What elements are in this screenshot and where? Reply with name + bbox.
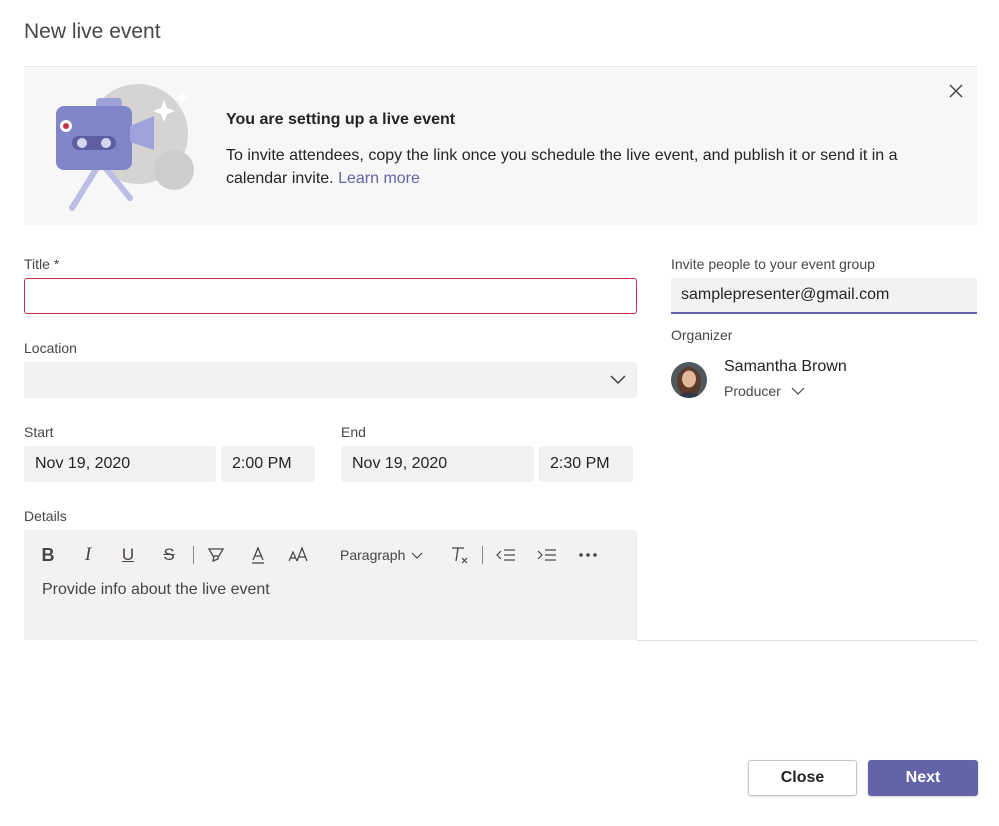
font-size-icon xyxy=(288,546,308,562)
decrease-indent-button[interactable] xyxy=(494,544,518,566)
strikethrough-button[interactable]: S xyxy=(157,544,181,566)
font-color-icon xyxy=(252,546,264,564)
end-time-field[interactable]: 2:30 PM xyxy=(539,446,633,482)
end-label: End xyxy=(341,424,366,440)
invite-label: Invite people to your event group xyxy=(671,256,875,272)
start-time-value: 2:00 PM xyxy=(232,455,292,472)
details-label: Details xyxy=(24,508,67,524)
start-date-field[interactable]: Nov 19, 2020 xyxy=(24,446,216,482)
bold-button[interactable]: B xyxy=(36,544,60,566)
close-icon xyxy=(949,84,963,98)
organizer-role-dropdown[interactable]: Producer xyxy=(724,383,805,399)
title-input[interactable] xyxy=(24,278,637,314)
invite-input[interactable] xyxy=(671,278,977,314)
toolbar-separator xyxy=(193,546,194,564)
organizer-name: Samantha Brown xyxy=(724,358,847,375)
more-icon xyxy=(579,553,597,557)
location-dropdown[interactable] xyxy=(24,362,637,398)
clear-formatting-icon xyxy=(452,547,468,564)
decrease-indent-icon xyxy=(496,549,515,561)
close-button[interactable]: Close xyxy=(748,760,857,796)
chevron-down-icon xyxy=(791,387,805,395)
divider xyxy=(637,640,977,641)
toolbar-separator xyxy=(482,546,483,564)
end-time-value: 2:30 PM xyxy=(550,455,610,472)
highlighter-icon xyxy=(207,548,225,563)
banner-heading: You are setting up a live event xyxy=(226,111,456,128)
more-options-button[interactable] xyxy=(576,544,600,566)
paragraph-label: Paragraph xyxy=(340,547,406,563)
clear-formatting-button[interactable] xyxy=(448,544,472,566)
font-color-button[interactable] xyxy=(246,544,270,566)
camera-illustration xyxy=(56,84,194,211)
avatar xyxy=(671,362,707,398)
increase-indent-button[interactable] xyxy=(535,544,559,566)
chevron-down-icon xyxy=(610,375,626,385)
paragraph-dropdown[interactable]: Paragraph xyxy=(340,544,424,566)
details-placeholder: Provide info about the live event xyxy=(42,581,270,598)
underline-icon: U xyxy=(121,545,135,564)
strikethrough-icon: S xyxy=(163,545,175,564)
organizer-role: Producer xyxy=(724,383,781,399)
organizer-label: Organizer xyxy=(671,327,733,343)
end-date-field[interactable]: Nov 19, 2020 xyxy=(341,446,534,482)
start-label: Start xyxy=(24,424,54,440)
location-label: Location xyxy=(24,340,77,356)
highlight-button[interactable] xyxy=(204,544,228,566)
banner-text: To invite attendees, copy the link once … xyxy=(226,144,926,190)
start-time-field[interactable]: 2:00 PM xyxy=(221,446,315,482)
banner-close-button[interactable] xyxy=(945,80,967,102)
italic-icon: I xyxy=(84,544,92,565)
next-button[interactable]: Next xyxy=(868,760,978,796)
italic-button[interactable]: I xyxy=(76,544,100,566)
title-label: Title * xyxy=(24,256,60,272)
learn-more-link[interactable]: Learn more xyxy=(338,170,420,187)
start-date-value: Nov 19, 2020 xyxy=(35,455,131,472)
underline-button[interactable]: U xyxy=(116,544,140,566)
avatar-icon xyxy=(671,362,707,398)
page-title: New live event xyxy=(24,20,161,43)
chevron-down-icon xyxy=(411,552,423,559)
font-size-button[interactable] xyxy=(286,544,312,566)
increase-indent-icon xyxy=(537,549,556,561)
end-date-value: Nov 19, 2020 xyxy=(352,455,448,472)
banner-body: To invite attendees, copy the link once … xyxy=(226,147,898,187)
bold-icon: B xyxy=(41,544,55,565)
